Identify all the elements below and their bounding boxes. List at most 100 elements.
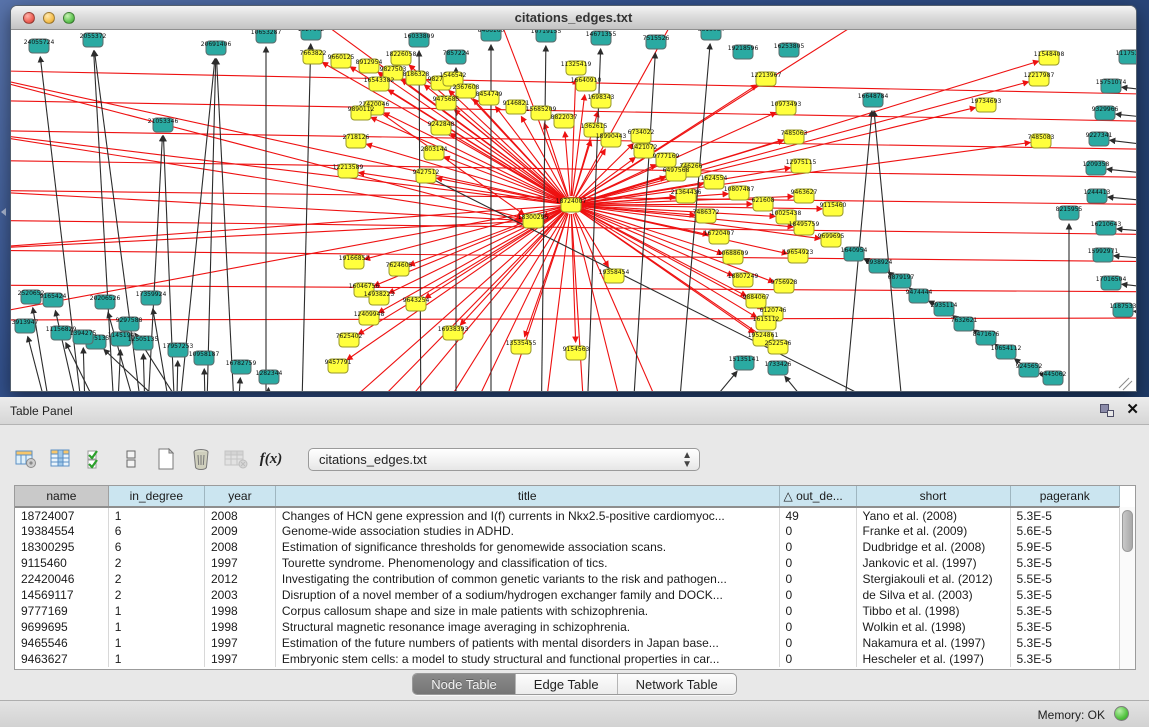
graph-node[interactable]: 9154563: [563, 346, 590, 360]
graph-node[interactable]: 21053346: [148, 118, 179, 132]
column-header-out-de-[interactable]: △ out_de...: [779, 486, 856, 507]
graph-node[interactable]: 1527602: [298, 30, 325, 40]
citation-edge[interactable]: [116, 350, 120, 391]
table-cell[interactable]: Hescheler et al. (1997): [856, 651, 1010, 667]
citation-edge[interactable]: [565, 132, 570, 196]
citation-edge[interactable]: [204, 369, 206, 391]
scrollbar-thumb[interactable]: [1122, 510, 1133, 552]
citation-edge[interactable]: [1110, 140, 1136, 149]
graph-node[interactable]: 17016504: [1096, 276, 1127, 290]
table-cell[interactable]: 6: [108, 539, 204, 555]
graph-node[interactable]: 1640954: [841, 247, 868, 261]
graph-node[interactable]: 16210643: [1091, 221, 1122, 235]
graph-node[interactable]: 3913947: [12, 319, 39, 333]
citation-edge[interactable]: [1122, 87, 1136, 94]
table-cell[interactable]: 1997: [204, 555, 275, 571]
graph-node[interactable]: 11325419: [561, 61, 592, 75]
graph-node[interactable]: 18807249: [728, 273, 759, 287]
graph-node[interactable]: 8215955: [1056, 206, 1083, 220]
graph-node[interactable]: 15992971: [1088, 248, 1119, 262]
column-header-pagerank[interactable]: pagerank: [1010, 486, 1119, 507]
graph-node[interactable]: 2055372: [80, 33, 107, 47]
table-cell[interactable]: 0: [779, 539, 856, 555]
citation-edge[interactable]: [785, 377, 835, 391]
table-row[interactable]: 1456911722003Disruption of a novel membe…: [15, 587, 1120, 603]
float-panel-icon[interactable]: [1100, 404, 1114, 417]
citation-edge[interactable]: [1134, 311, 1136, 317]
column-header-in-degree[interactable]: in_degree: [108, 486, 204, 507]
table-cell[interactable]: 2: [108, 555, 204, 571]
table-cell[interactable]: 1997: [204, 635, 275, 651]
table-cell[interactable]: 22420046: [15, 571, 108, 587]
table-cell[interactable]: 19384554: [15, 523, 108, 539]
table-cell[interactable]: 0: [779, 603, 856, 619]
column-header-year[interactable]: year: [204, 486, 275, 507]
table-source-dropdown[interactable]: citations_edges.txt ▲▼: [308, 448, 700, 471]
table-cell[interactable]: Jankovic et al. (1997): [856, 555, 1010, 571]
graph-node[interactable]: 15135141: [729, 356, 760, 370]
graph-node[interactable]: 8186328: [403, 71, 430, 85]
graph-node[interactable]: 18495759: [789, 221, 820, 235]
tab-node-table[interactable]: Node Table: [413, 674, 516, 694]
citation-edge[interactable]: [1122, 284, 1136, 291]
table-cell[interactable]: Franke et al. (2009): [856, 523, 1010, 539]
table-cell[interactable]: de Silva et al. (2003): [856, 587, 1010, 603]
tab-edge-table[interactable]: Edge Table: [516, 674, 618, 694]
table-cell[interactable]: 2: [108, 587, 204, 603]
citation-edge[interactable]: [571, 79, 575, 196]
graph-node[interactable]: 8466160: [478, 30, 505, 41]
table-cell[interactable]: Structural magnetic resonance image aver…: [275, 619, 779, 635]
graph-node[interactable]: 19734693: [971, 98, 1002, 112]
table-cell[interactable]: 0: [779, 635, 856, 651]
table-cell[interactable]: Estimation of significance thresholds fo…: [275, 539, 779, 555]
table-cell[interactable]: Nakamura et al. (1997): [856, 635, 1010, 651]
citation-edge[interactable]: [576, 213, 609, 267]
close-panel-icon[interactable]: ✕: [1126, 403, 1139, 417]
table-cell[interactable]: Estimation of the future numbers of pati…: [275, 635, 779, 651]
graph-node[interactable]: 19166852: [339, 255, 370, 269]
citation-edge[interactable]: [1117, 229, 1136, 234]
citation-edge[interactable]: [28, 337, 54, 391]
table-cell[interactable]: 2008: [204, 539, 275, 555]
graph-node[interactable]: 9777169: [653, 153, 680, 167]
graph-node[interactable]: 2803144: [421, 146, 448, 160]
table-cell[interactable]: 9115460: [15, 555, 108, 571]
graph-node[interactable]: 9297588: [116, 317, 143, 331]
graph-node[interactable]: 8813054: [698, 30, 725, 40]
table-cell[interactable]: 1997: [204, 651, 275, 667]
graph-node[interactable]: 1282344: [256, 370, 283, 384]
graph-node[interactable]: 1244413: [1084, 189, 1111, 203]
column-header-title[interactable]: title: [275, 486, 779, 507]
graph-node[interactable]: 10653287: [251, 30, 282, 43]
table-cell[interactable]: Genome-wide association studies in ADHD.: [275, 523, 779, 539]
citation-edge[interactable]: [1108, 197, 1136, 204]
graph-node[interactable]: 16253805: [774, 43, 805, 57]
graph-node[interactable]: 14671355: [586, 31, 617, 45]
table-cell[interactable]: 1: [108, 603, 204, 619]
graph-node[interactable]: 9427512: [413, 169, 440, 183]
table-cell[interactable]: Dudbridge et al. (2008): [856, 539, 1010, 555]
table-row[interactable]: 1938455462009Genome-wide association stu…: [15, 523, 1120, 539]
graph-node[interactable]: 1209358: [1083, 161, 1110, 175]
graph-node[interactable]: 10654112: [991, 345, 1022, 359]
table-cell[interactable]: 5.9E-5: [1010, 539, 1119, 555]
table-cell[interactable]: 1: [108, 619, 204, 635]
table-vertical-scrollbar[interactable]: [1119, 507, 1135, 669]
graph-node[interactable]: 11548408: [1034, 51, 1065, 65]
table-cell[interactable]: 5.6E-5: [1010, 523, 1119, 539]
graph-node[interactable]: 9660125: [328, 54, 355, 68]
graph-node[interactable]: 20206526: [90, 295, 121, 309]
citation-edge[interactable]: [579, 30, 932, 200]
citation-edge[interactable]: [11, 220, 1136, 235]
citation-edge[interactable]: [143, 354, 145, 391]
memory-ok-indicator[interactable]: [1114, 706, 1129, 721]
graph-node[interactable]: 8471676: [973, 331, 1000, 345]
table-cell[interactable]: 0: [779, 651, 856, 667]
graph-node[interactable]: 9474444: [906, 289, 933, 303]
graph-node[interactable]: 7625402: [336, 333, 363, 347]
tab-network-table[interactable]: Network Table: [618, 674, 736, 694]
table-cell[interactable]: 0: [779, 555, 856, 571]
table-row[interactable]: 946362711997Embryonic stem cells: a mode…: [15, 651, 1120, 667]
graph-node[interactable]: 8938924: [866, 259, 893, 273]
table-cell[interactable]: 1: [108, 651, 204, 667]
